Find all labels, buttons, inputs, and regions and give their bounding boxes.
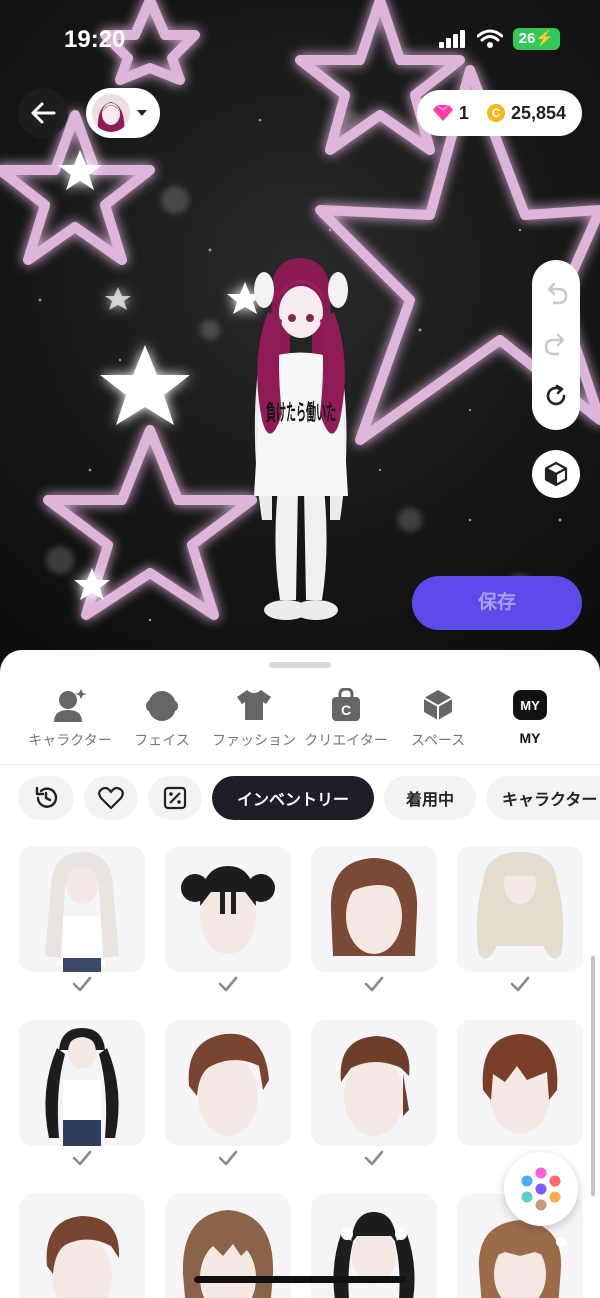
- item-card[interactable]: [165, 1020, 291, 1176]
- tab-fashion[interactable]: ファッション: [204, 686, 304, 750]
- discount-filter-button[interactable]: [148, 776, 202, 820]
- tab-label: キャラクター: [28, 732, 112, 748]
- edit-history-panel: [532, 260, 580, 430]
- wearing-chip[interactable]: 着用中: [384, 776, 476, 820]
- owned-check-icon: [457, 976, 583, 1002]
- owned-check-icon: [19, 1150, 145, 1176]
- cellular-signal-icon: [438, 30, 465, 48]
- gem-icon: [432, 105, 453, 121]
- item-card[interactable]: [457, 846, 583, 1002]
- tab-label: スペース: [410, 732, 466, 748]
- palette-icon: [521, 1167, 561, 1211]
- charging-bolt-icon: ⚡: [535, 30, 554, 47]
- history-filter-button[interactable]: [18, 776, 74, 820]
- character-icon: [54, 689, 87, 722]
- heart-icon: [98, 786, 124, 810]
- owned-check-icon: [165, 1150, 291, 1176]
- shirt-icon: [237, 690, 271, 720]
- tab-label: クリエイター: [304, 732, 388, 748]
- reset-button[interactable]: [536, 376, 576, 416]
- hair-brown-undercut: [340, 1036, 410, 1136]
- hair-black-buns: [181, 866, 275, 954]
- tab-creator[interactable]: C クリエイター: [296, 686, 396, 750]
- favorite-filter-button[interactable]: [84, 776, 138, 820]
- hair-black-twintails: [45, 1028, 119, 1146]
- tab-my[interactable]: MY MY: [480, 686, 580, 746]
- avatar: [92, 94, 130, 132]
- item-card[interactable]: [457, 1020, 583, 1176]
- avatar-thumbnail: [92, 94, 130, 132]
- refresh-icon: [546, 385, 566, 406]
- hair-brown-bob: [330, 858, 418, 956]
- home-indicator: [194, 1276, 406, 1283]
- item-card[interactable]: [19, 1194, 145, 1298]
- undo-button[interactable]: [536, 274, 576, 314]
- tab-label: ファッション: [212, 732, 296, 748]
- chevron-down-icon: [137, 110, 147, 116]
- item-card[interactable]: [19, 1020, 145, 1176]
- save-button[interactable]: 保存: [412, 576, 582, 630]
- discount-icon: [163, 786, 187, 810]
- tab-label: フェイス: [134, 732, 190, 748]
- hair-brown-sidepart: [46, 1216, 120, 1298]
- history-icon: [35, 786, 58, 808]
- category-tabs: キャラクター フェイス ファッション C クリエイター スペース MY MY: [0, 686, 600, 756]
- creator-glyph: C: [341, 702, 351, 718]
- tab-face[interactable]: フェイス: [112, 686, 212, 750]
- owned-check-icon: [311, 1150, 437, 1176]
- character-chip[interactable]: キャラクター: [486, 776, 600, 820]
- owned-check-icon: [311, 976, 437, 1002]
- character-switcher[interactable]: [86, 88, 160, 138]
- wifi-icon: [476, 29, 503, 48]
- sheet-grabber[interactable]: [269, 662, 331, 668]
- hair-brown-quiff: [188, 1033, 269, 1136]
- status-time: 19:20: [64, 26, 126, 53]
- scrollbar[interactable]: [591, 956, 595, 1196]
- undo-icon: [547, 282, 568, 304]
- hair-brown-bowl: [482, 1034, 558, 1134]
- creator-bag-icon: C: [332, 688, 360, 721]
- shirt-print-text: 負けたら働いた: [266, 400, 336, 426]
- item-card[interactable]: [311, 1020, 437, 1176]
- avatar-preview-scene[interactable]: 負けたら働いた 19:20 26⚡: [0, 0, 600, 680]
- my-icon: MY: [513, 690, 547, 720]
- cube-icon: [544, 461, 568, 487]
- space-cube-icon: [423, 690, 453, 720]
- filter-row: インベントリー 着用中 キャラクター: [18, 776, 600, 822]
- character-figure: 負けたら働いた: [254, 258, 348, 620]
- hair-long-white: [45, 852, 119, 972]
- item-card[interactable]: [19, 846, 145, 1002]
- battery-indicator: 26⚡: [512, 28, 560, 50]
- owned-check-icon: [165, 976, 291, 1002]
- redo-icon: [544, 333, 565, 356]
- back-arrow-icon: [31, 102, 56, 124]
- status-bar: 19:20 26⚡: [0, 0, 600, 80]
- item-card[interactable]: [165, 846, 291, 1002]
- tab-label: MY: [519, 730, 541, 746]
- back-button[interactable]: [18, 88, 68, 138]
- item-card[interactable]: [311, 846, 437, 1002]
- hair-cream-wavy: [476, 852, 564, 959]
- coin-count: 25,854: [510, 102, 566, 123]
- tab-space[interactable]: スペース: [388, 686, 488, 750]
- divider: [0, 764, 600, 765]
- redo-button[interactable]: [536, 325, 576, 365]
- gem-count: 1: [458, 102, 469, 123]
- tab-character[interactable]: キャラクター: [20, 686, 120, 750]
- inventory-chip[interactable]: インベントリー: [212, 776, 374, 820]
- face-icon: [146, 691, 178, 721]
- owned-check-icon: [19, 976, 145, 1002]
- color-palette-button[interactable]: [504, 1152, 578, 1226]
- status-icons: 26⚡: [438, 28, 560, 50]
- view-3d-button[interactable]: [532, 450, 580, 498]
- coin-icon: C: [486, 104, 505, 122]
- currency-balance[interactable]: 1 C 25,854: [416, 90, 582, 136]
